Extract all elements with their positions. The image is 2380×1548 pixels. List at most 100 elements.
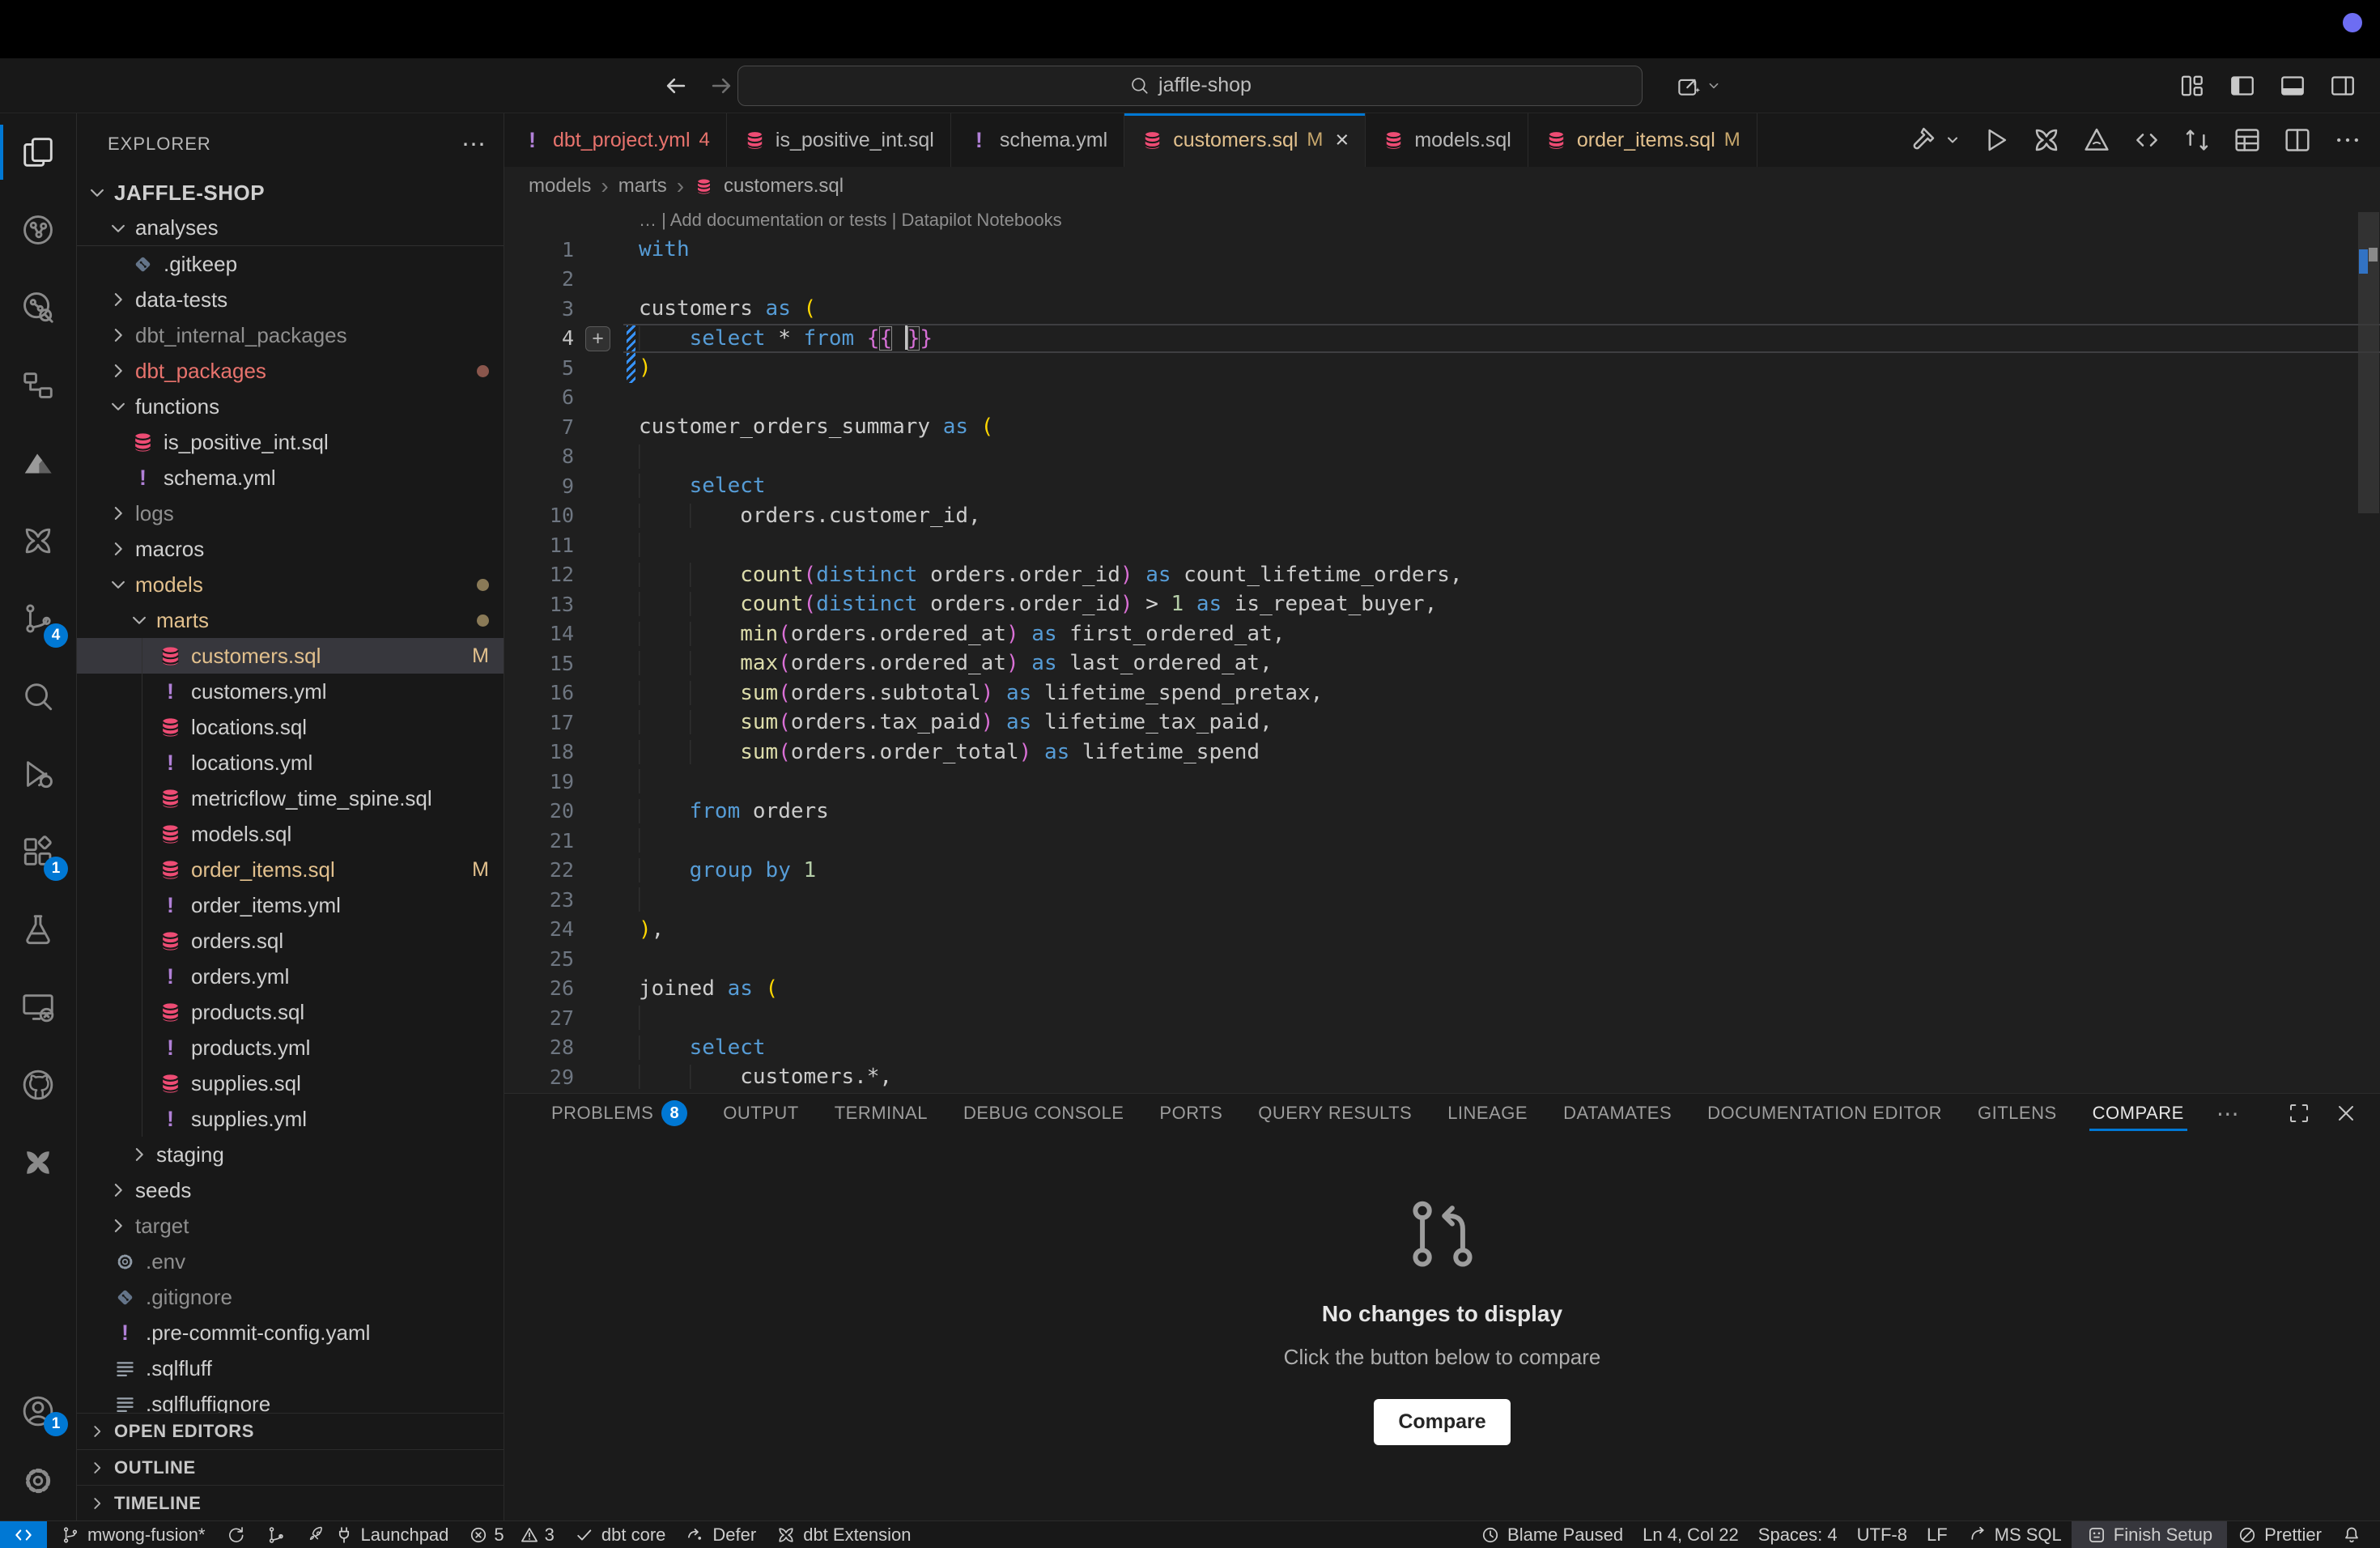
add-action-button[interactable]: + <box>585 326 610 351</box>
nav-forward-icon[interactable] <box>708 72 735 100</box>
activity-model-graph[interactable] <box>0 347 76 424</box>
code-line-15[interactable]: 15 max(orders.ordered_at) as last_ordere… <box>504 649 2380 678</box>
code-line-25[interactable]: 25 <box>504 944 2380 974</box>
status-bell[interactable] <box>2331 1521 2372 1548</box>
status-sync[interactable] <box>215 1521 256 1548</box>
activity-dbt-lineage-search[interactable] <box>0 269 76 347</box>
tree-item-jaffle-shop[interactable]: JAFFLE-SHOP <box>77 175 504 211</box>
panel-tab-ports[interactable]: PORTS <box>1141 1094 1240 1133</box>
share-sparkle-icon[interactable] <box>1674 72 1702 100</box>
status-mwong-fusion[interactable]: mwong-fusion* <box>50 1521 215 1548</box>
tree-item-dbt-packages[interactable]: dbt_packages <box>77 353 504 389</box>
activity-beaker[interactable] <box>0 891 76 968</box>
activity-settings-gear[interactable] <box>0 1446 76 1516</box>
tab-dbt-project-yml[interactable]: !dbt_project.yml4 <box>504 113 727 167</box>
code-line-14[interactable]: 14 min(orders.ordered_at) as first_order… <box>504 619 2380 649</box>
table-icon[interactable] <box>2231 124 2263 156</box>
tree-item-seeds[interactable]: seeds <box>77 1172 504 1208</box>
hammer-icon[interactable] <box>1906 124 1938 156</box>
compare-changes-icon[interactable] <box>2181 124 2213 156</box>
activity-dbt-star-filled[interactable] <box>0 1124 76 1201</box>
code-line-11[interactable]: 11 <box>504 530 2380 560</box>
breadcrumb-file[interactable]: customers.sql <box>724 175 844 198</box>
code-line-29[interactable]: 29 customers.*, <box>504 1062 2380 1092</box>
breadcrumb-segment[interactable]: models <box>529 175 591 198</box>
tree-item-is-positive-int-sql[interactable]: is_positive_int.sql <box>77 424 504 460</box>
status-lf[interactable]: LF <box>1917 1521 1957 1548</box>
code-line-23[interactable]: 23 <box>504 885 2380 915</box>
code-editor[interactable]: … | Add documentation or tests | Datapil… <box>504 206 2380 1093</box>
code-line-16[interactable]: 16 sum(orders.subtotal) as lifetime_spen… <box>504 678 2380 708</box>
tree-item-gitignore[interactable]: .gitignore <box>77 1279 504 1315</box>
more-actions-icon[interactable]: ⋯ <box>461 130 487 159</box>
activity-run-debug[interactable] <box>0 735 76 813</box>
status-blame-paused[interactable]: Blame Paused <box>1470 1521 1633 1548</box>
status-dbt-extension[interactable]: dbt Extension <box>766 1521 920 1548</box>
panel-tab-compare[interactable]: COMPARE <box>2075 1094 2202 1133</box>
tab-order-items-sql[interactable]: order_items.sqlM <box>1528 113 1757 167</box>
status-launchpad[interactable]: Launchpad <box>296 1521 459 1548</box>
activity-source-control-graph[interactable]: 4 <box>0 580 76 657</box>
activity-remote-explorer[interactable] <box>0 968 76 1046</box>
code-line-21[interactable]: 21 <box>504 826 2380 856</box>
code-line-20[interactable]: 20 from orders <box>504 797 2380 827</box>
code-preview-icon[interactable] <box>2131 124 2163 156</box>
code-line-4[interactable]: 4+ select * from {{ }} <box>504 324 2380 354</box>
compare-button[interactable]: Compare <box>1374 1399 1510 1445</box>
tree-item-analyses[interactable]: analyses <box>77 211 504 246</box>
code-line-7[interactable]: 7customer_orders_summary as ( <box>504 412 2380 442</box>
panel-more-icon[interactable]: ⋯ <box>2202 1100 2255 1127</box>
close-icon[interactable]: × <box>1335 127 1349 154</box>
panel-tab-query-results[interactable]: QUERY RESULTS <box>1240 1094 1430 1133</box>
activity-account[interactable]: 1 <box>0 1376 76 1446</box>
code-line-17[interactable]: 17 sum(orders.tax_paid) as lifetime_tax_… <box>504 708 2380 738</box>
panel-tab-gitlens[interactable]: GITLENS <box>1960 1094 2075 1133</box>
tree-item-data-tests[interactable]: data-tests <box>77 282 504 317</box>
code-line-3[interactable]: 3customers as ( <box>504 294 2380 324</box>
nav-back-icon[interactable] <box>662 72 690 100</box>
code-line-27[interactable]: 27 <box>504 1003 2380 1033</box>
code-line-22[interactable]: 22 group by 1 <box>504 856 2380 886</box>
dbt-star-icon[interactable] <box>2030 124 2063 156</box>
customize-layout-icon[interactable] <box>2178 71 2207 100</box>
code-line-8[interactable]: 8 <box>504 442 2380 472</box>
activity-files[interactable] <box>0 113 76 191</box>
tree-item-gitkeep[interactable]: .gitkeep <box>77 246 504 282</box>
chevron-down-icon[interactable] <box>1705 77 1723 95</box>
tree-item-sqlfluff[interactable]: .sqlfluff <box>77 1350 504 1386</box>
status-finish-setup[interactable]: Finish Setup <box>2072 1521 2227 1548</box>
tab-schema-yml[interactable]: !schema.yml <box>951 113 1124 167</box>
activity-dbt-lineage[interactable] <box>0 191 76 269</box>
section-open-editors[interactable]: OPEN EDITORS <box>77 1414 504 1449</box>
close-icon[interactable] <box>2333 1100 2359 1126</box>
tree-item-marts[interactable]: marts <box>77 602 504 638</box>
activity-search[interactable] <box>0 657 76 735</box>
code-line-2[interactable]: 2 <box>504 265 2380 295</box>
status-prettier[interactable]: Prettier <box>2227 1521 2331 1548</box>
tab-is-positive-int-sql[interactable]: is_positive_int.sql <box>727 113 951 167</box>
code-line-26[interactable]: 26joined as ( <box>504 974 2380 1004</box>
status-graph[interactable] <box>256 1521 296 1548</box>
section-outline[interactable]: OUTLINE <box>77 1449 504 1485</box>
activity-mountain-logo[interactable] <box>0 424 76 502</box>
tree-item-macros[interactable]: macros <box>77 531 504 567</box>
chevron-down-sm-icon[interactable] <box>1943 130 1962 150</box>
tab-customers-sql[interactable]: customers.sqlM× <box>1124 113 1366 167</box>
code-line-10[interactable]: 10 orders.customer_id, <box>504 501 2380 531</box>
tree-item-functions[interactable]: functions <box>77 389 504 424</box>
more-dots-icon[interactable] <box>2331 124 2364 156</box>
code-line-18[interactable]: 18 sum(orders.order_total) as lifetime_s… <box>504 738 2380 768</box>
activity-dbt-star[interactable] <box>0 502 76 580</box>
code-line-13[interactable]: 13 count(distinct orders.order_id) > 1 a… <box>504 589 2380 619</box>
tree-item-target[interactable]: target <box>77 1208 504 1244</box>
tree-item-pre-commit-config-yaml[interactable]: !.pre-commit-config.yaml <box>77 1315 504 1350</box>
panel-tab-datamates[interactable]: DATAMATES <box>1545 1094 1689 1133</box>
tree-item-staging[interactable]: staging <box>77 1137 504 1172</box>
panel-tab-output[interactable]: OUTPUT <box>705 1094 816 1133</box>
tree-item-env[interactable]: .env <box>77 1244 504 1279</box>
status-utf-8[interactable]: UTF-8 <box>1847 1521 1917 1548</box>
run-icon[interactable] <box>1980 124 2012 156</box>
code-line-1[interactable]: 1with <box>504 235 2380 265</box>
status-ln-4-col-22[interactable]: Ln 4, Col 22 <box>1633 1521 1749 1548</box>
panel-tab-terminal[interactable]: TERMINAL <box>817 1094 946 1133</box>
